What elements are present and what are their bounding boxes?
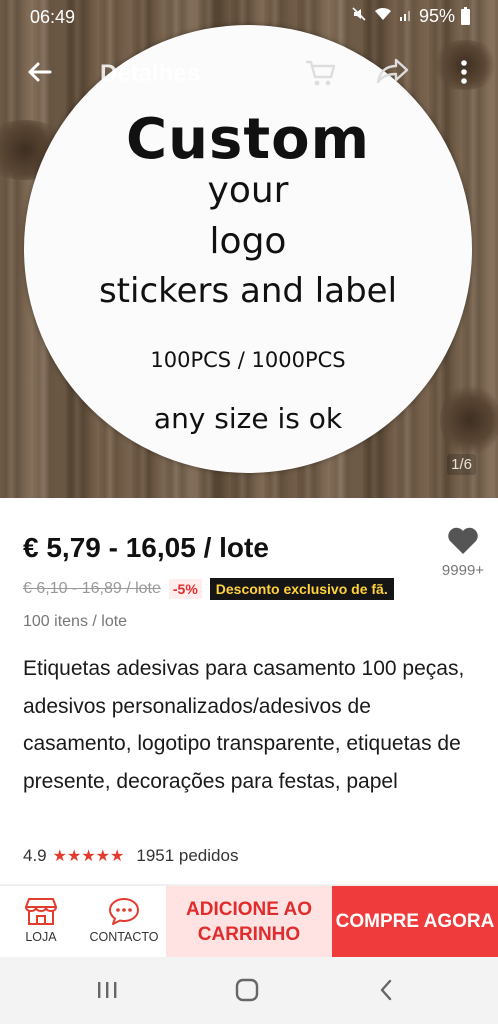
recent-apps-icon[interactable] [94, 977, 120, 1008]
original-price-row: € 6,10 - 16,89 / lote -5% Desconto exclu… [23, 578, 394, 600]
product-image-gallery[interactable]: Custom your logo stickers and label 100P… [0, 0, 498, 498]
orders-count: 1951 pedidos [136, 846, 239, 865]
buy-now-button[interactable]: COMPRE AGORA [332, 886, 498, 957]
heart-icon [447, 527, 479, 559]
status-time: 06:49 [30, 7, 76, 27]
sticker-line-custom: Custom [126, 107, 370, 172]
action-bar: LOJA CONTACTO ADICIONE AO CARRINHO COMPR… [0, 886, 498, 957]
sticker-line-your: your [207, 170, 289, 211]
add-to-cart-button[interactable]: ADICIONE AO CARRINHO [166, 886, 332, 957]
items-per-lot: 100 itens / lote [23, 613, 128, 630]
rating-value: 4.9 [23, 846, 47, 865]
fan-discount-badge[interactable]: Desconto exclusivo de fã. [209, 578, 394, 600]
rating-stars: ★★★★★ [52, 848, 125, 865]
sticker-line-stickers: stickers and label [98, 271, 398, 311]
more-options-icon[interactable] [444, 52, 484, 92]
system-nav-bar [0, 957, 498, 1024]
wishlist-button[interactable]: 9999+ [436, 527, 490, 579]
app-bar: Detalhes [0, 48, 498, 98]
sticker-line-size: any size is ok [153, 402, 343, 435]
buy-now-label: COMPRE AGORA [335, 910, 495, 932]
contact-label: CONTACTO [89, 930, 159, 944]
back-arrow-icon[interactable] [20, 52, 60, 92]
product-title: Etiquetas adesivas para casamento 100 pe… [23, 657, 465, 793]
sticker-line-logo: logo [209, 221, 287, 262]
store-icon [25, 898, 57, 925]
sticker-line-quantity: 100PCS / 1000PCS [150, 348, 346, 372]
discount-badge: -5% [168, 579, 202, 599]
wishlist-count: 9999+ [441, 562, 485, 579]
chat-icon [109, 898, 139, 925]
battery-percent: 95% [418, 6, 455, 26]
cart-icon[interactable] [301, 52, 341, 92]
share-icon[interactable] [372, 52, 412, 92]
signal-icon [399, 6, 413, 27]
original-price: € 6,10 - 16,89 / lote [23, 580, 161, 597]
battery-icon [461, 6, 470, 25]
store-button[interactable]: LOJA [12, 886, 70, 957]
add-to-cart-label: ADICIONE AO CARRINHO [186, 898, 312, 945]
page-title: Detalhes [100, 60, 201, 87]
wifi-icon [373, 6, 393, 27]
status-bar: 06:49 95% [0, 0, 498, 34]
home-icon[interactable] [234, 977, 260, 1008]
image-counter: 1/6 [447, 454, 476, 475]
store-label: LOJA [25, 930, 57, 944]
mute-icon [351, 6, 367, 27]
contact-button[interactable]: CONTACTO [82, 886, 166, 957]
rating-row[interactable]: 4.9 ★★★★★ 1951 pedidos [23, 846, 238, 866]
product-price: € 5,79 - 16,05 / lote [23, 532, 269, 563]
back-icon[interactable] [374, 977, 400, 1008]
